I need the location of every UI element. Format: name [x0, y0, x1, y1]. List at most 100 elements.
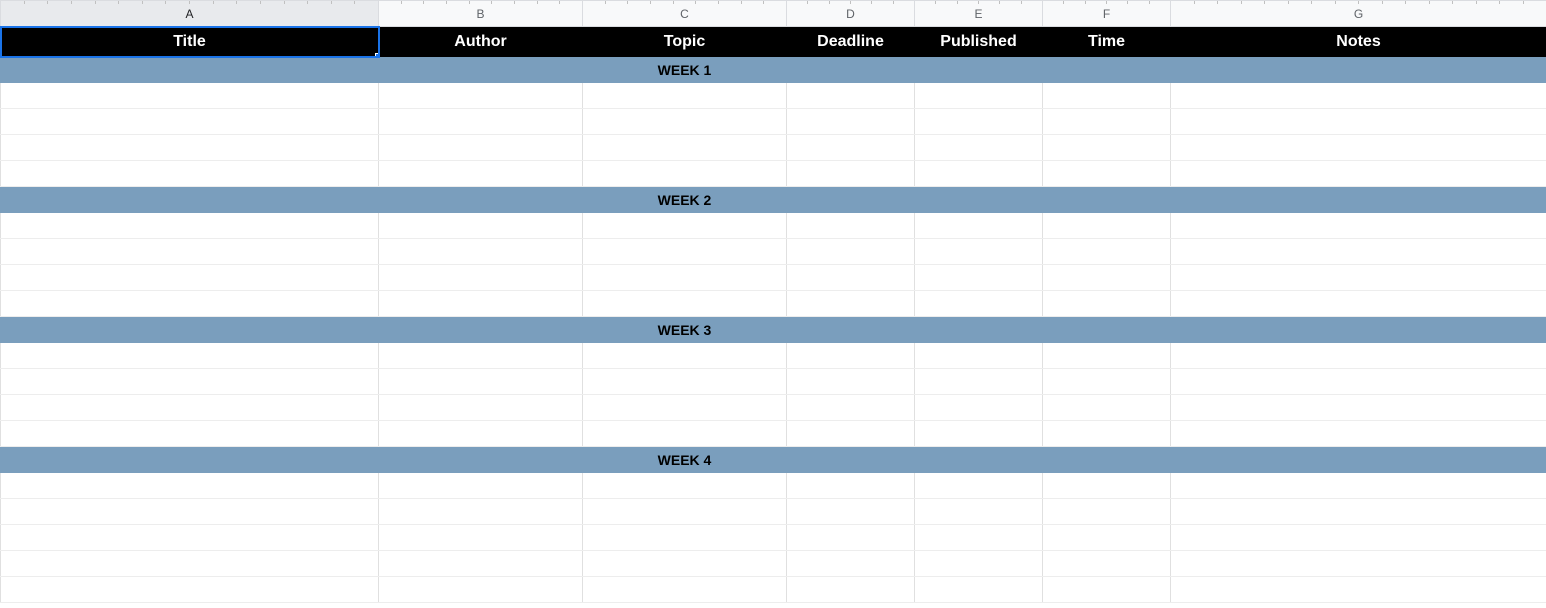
data-cell[interactable] — [787, 109, 915, 135]
data-cell[interactable] — [1043, 109, 1171, 135]
data-cell[interactable] — [1043, 213, 1171, 239]
header-cell-e[interactable]: Published — [915, 27, 1043, 57]
data-cell[interactable] — [1171, 109, 1546, 135]
data-cell[interactable] — [583, 161, 787, 187]
data-cell[interactable] — [583, 577, 787, 603]
data-cell[interactable] — [379, 395, 583, 421]
data-cell[interactable] — [915, 551, 1043, 577]
column-header-E[interactable]: E — [915, 1, 1043, 27]
data-cell[interactable] — [915, 83, 1043, 109]
data-cell[interactable] — [787, 551, 915, 577]
data-cell[interactable] — [583, 265, 787, 291]
data-cell[interactable] — [1, 135, 379, 161]
data-cell[interactable] — [787, 421, 915, 447]
column-header-G[interactable]: G — [1171, 1, 1546, 27]
data-cell[interactable] — [1043, 421, 1171, 447]
data-cell[interactable] — [787, 213, 915, 239]
data-cell[interactable] — [379, 421, 583, 447]
week-cell[interactable] — [915, 57, 1043, 83]
data-cell[interactable] — [1043, 343, 1171, 369]
data-cell[interactable] — [1171, 525, 1546, 551]
data-cell[interactable] — [787, 161, 915, 187]
week-cell[interactable]: WEEK 4 — [583, 447, 787, 473]
week-cell[interactable] — [915, 317, 1043, 343]
data-cell[interactable] — [583, 135, 787, 161]
data-cell[interactable] — [379, 343, 583, 369]
week-cell[interactable] — [379, 447, 583, 473]
data-cell[interactable] — [1043, 239, 1171, 265]
data-cell[interactable] — [1043, 83, 1171, 109]
data-cell[interactable] — [787, 499, 915, 525]
data-cell[interactable] — [1043, 473, 1171, 499]
data-cell[interactable] — [915, 473, 1043, 499]
data-cell[interactable] — [1043, 135, 1171, 161]
data-cell[interactable] — [787, 135, 915, 161]
data-cell[interactable] — [787, 83, 915, 109]
data-cell[interactable] — [379, 577, 583, 603]
week-cell[interactable] — [1171, 57, 1546, 83]
data-cell[interactable] — [1171, 83, 1546, 109]
week-cell[interactable] — [1, 187, 379, 213]
data-cell[interactable] — [1171, 343, 1546, 369]
week-cell[interactable] — [1043, 447, 1171, 473]
data-cell[interactable] — [379, 265, 583, 291]
week-cell[interactable]: WEEK 2 — [583, 187, 787, 213]
week-cell[interactable] — [379, 57, 583, 83]
week-cell[interactable] — [787, 317, 915, 343]
data-cell[interactable] — [1171, 577, 1546, 603]
data-cell[interactable] — [583, 369, 787, 395]
header-cell-f[interactable]: Time — [1043, 27, 1171, 57]
data-cell[interactable] — [583, 551, 787, 577]
data-cell[interactable] — [379, 551, 583, 577]
data-cell[interactable] — [1043, 551, 1171, 577]
data-cell[interactable] — [1, 473, 379, 499]
data-cell[interactable] — [915, 109, 1043, 135]
week-cell[interactable] — [1171, 317, 1546, 343]
week-cell[interactable]: WEEK 1 — [583, 57, 787, 83]
week-cell[interactable] — [379, 187, 583, 213]
data-cell[interactable] — [1043, 265, 1171, 291]
data-cell[interactable] — [1171, 395, 1546, 421]
data-cell[interactable] — [915, 343, 1043, 369]
data-cell[interactable] — [915, 161, 1043, 187]
data-cell[interactable] — [379, 161, 583, 187]
data-cell[interactable] — [379, 239, 583, 265]
data-cell[interactable] — [1171, 265, 1546, 291]
data-cell[interactable] — [1, 265, 379, 291]
data-cell[interactable] — [1171, 291, 1546, 317]
header-cell-c[interactable]: Topic — [583, 27, 787, 57]
data-cell[interactable] — [915, 421, 1043, 447]
data-cell[interactable] — [1171, 161, 1546, 187]
data-cell[interactable] — [1171, 239, 1546, 265]
week-cell[interactable] — [1043, 317, 1171, 343]
data-cell[interactable] — [915, 525, 1043, 551]
data-cell[interactable] — [1043, 577, 1171, 603]
column-header-A[interactable]: A — [1, 1, 379, 27]
data-cell[interactable] — [787, 343, 915, 369]
data-cell[interactable] — [787, 369, 915, 395]
data-cell[interactable] — [787, 265, 915, 291]
data-cell[interactable] — [1171, 499, 1546, 525]
week-cell[interactable] — [1043, 187, 1171, 213]
data-cell[interactable] — [1, 161, 379, 187]
week-cell[interactable] — [787, 57, 915, 83]
data-cell[interactable] — [1, 109, 379, 135]
data-cell[interactable] — [379, 135, 583, 161]
column-header-F[interactable]: F — [1043, 1, 1171, 27]
data-cell[interactable] — [583, 83, 787, 109]
data-cell[interactable] — [1171, 421, 1546, 447]
data-cell[interactable] — [787, 473, 915, 499]
header-cell-a[interactable]: Title — [1, 27, 379, 57]
data-cell[interactable] — [379, 499, 583, 525]
header-cell-b[interactable]: Author — [379, 27, 583, 57]
week-cell[interactable]: WEEK 3 — [583, 317, 787, 343]
data-cell[interactable] — [787, 239, 915, 265]
data-cell[interactable] — [787, 395, 915, 421]
data-cell[interactable] — [583, 473, 787, 499]
column-header-B[interactable]: B — [379, 1, 583, 27]
week-cell[interactable] — [1171, 187, 1546, 213]
data-cell[interactable] — [1043, 525, 1171, 551]
data-cell[interactable] — [379, 525, 583, 551]
data-cell[interactable] — [1171, 551, 1546, 577]
column-header-C[interactable]: C — [583, 1, 787, 27]
